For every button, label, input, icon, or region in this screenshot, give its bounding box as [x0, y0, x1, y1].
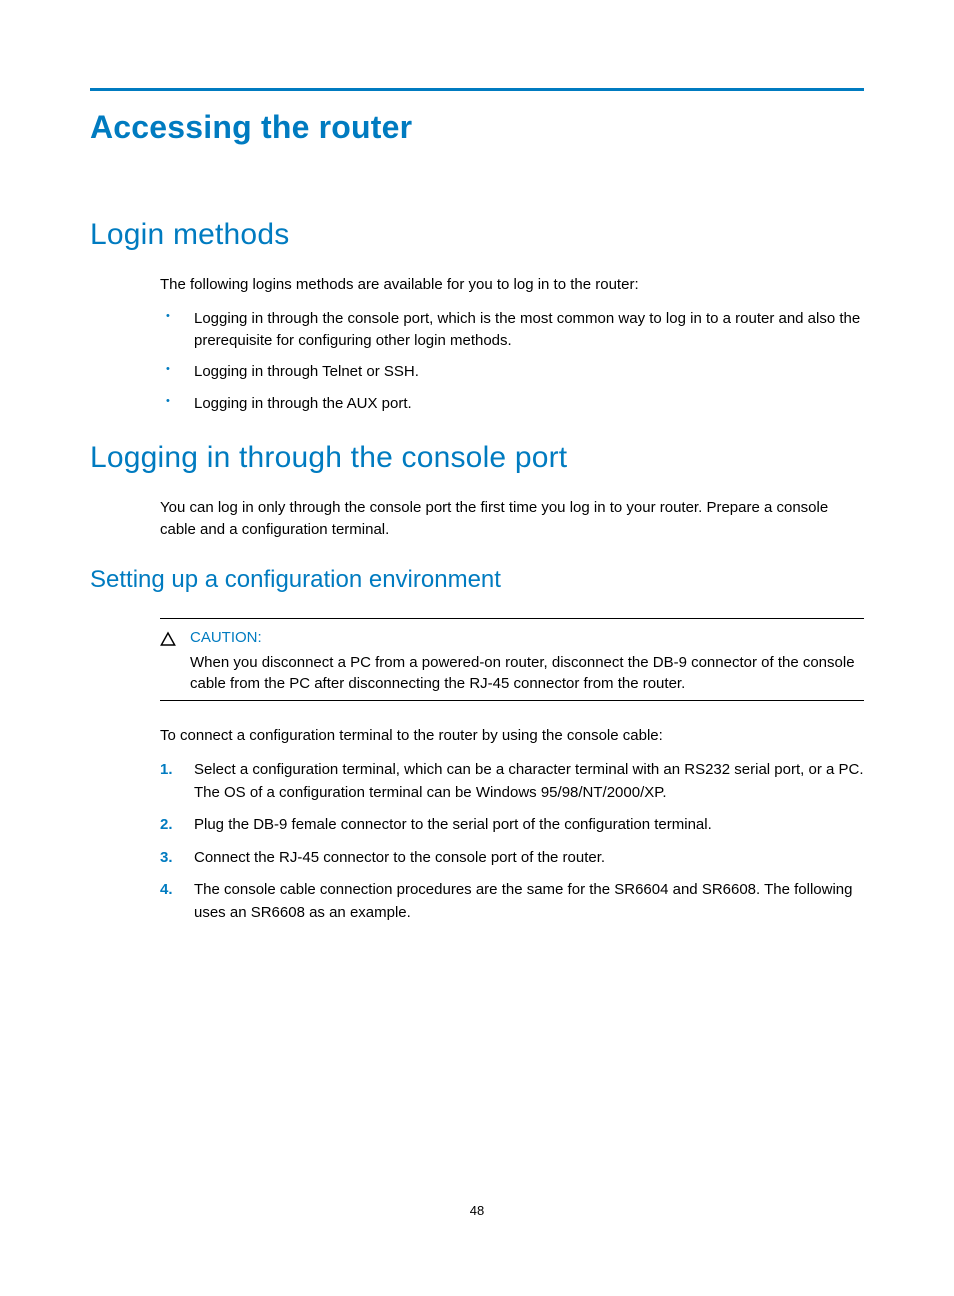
config-env-steps: Select a configuration terminal, which c… [160, 759, 864, 924]
caution-rule-bottom [160, 700, 864, 701]
caution-text: When you disconnect a PC from a powered-… [190, 652, 864, 694]
title-rule [90, 88, 864, 91]
list-item: Logging in through Telnet or SSH. [160, 361, 864, 383]
login-methods-list: Logging in through the console port, whi… [160, 308, 864, 415]
config-env-body: To connect a configuration terminal to t… [160, 725, 864, 924]
page-content: Accessing the router Login methods The f… [0, 0, 954, 924]
console-port-intro: You can log in only through the console … [160, 497, 864, 541]
heading-config-env: Setting up a configuration environment [90, 566, 864, 594]
list-item: Logging in through the console port, whi… [160, 308, 864, 352]
list-item: The console cable connection procedures … [160, 879, 864, 924]
config-env-lead: To connect a configuration terminal to t… [160, 725, 864, 747]
login-methods-intro: The following logins methods are availab… [160, 274, 864, 296]
caution-label: CAUTION: [190, 629, 864, 646]
login-methods-body: The following logins methods are availab… [160, 274, 864, 415]
heading-console-port: Logging in through the console port [90, 441, 864, 475]
caution-box: CAUTION: When you disconnect a PC from a… [160, 618, 864, 701]
list-item: Connect the RJ-45 connector to the conso… [160, 847, 864, 870]
list-item: Select a configuration terminal, which c… [160, 759, 864, 804]
caution-rule-top [160, 618, 864, 619]
page-title: Accessing the router [90, 109, 864, 146]
console-port-body: You can log in only through the console … [160, 497, 864, 541]
list-item: Logging in through the AUX port. [160, 393, 864, 415]
list-item: Plug the DB-9 female connector to the se… [160, 814, 864, 837]
warning-icon [160, 631, 190, 647]
heading-login-methods: Login methods [90, 218, 864, 252]
page-number: 48 [0, 1203, 954, 1218]
